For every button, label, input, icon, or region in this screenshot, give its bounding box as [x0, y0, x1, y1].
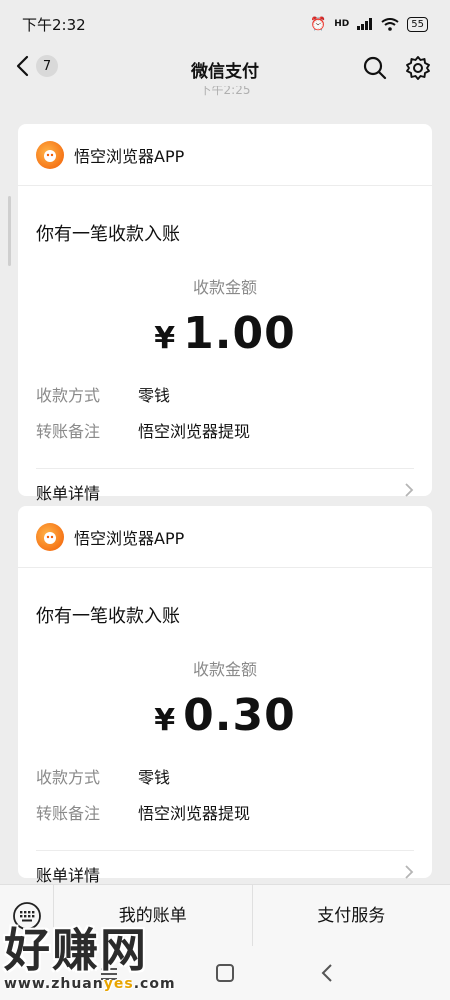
detail-key: 收款方式 [36, 768, 101, 787]
pay-service-menu[interactable]: 支付服务 [251, 884, 450, 947]
search-icon[interactable] [362, 55, 388, 81]
payment-card: 悟空浏览器APP 你有一笔收款入账 收款金额 ¥ 1.00 收款方式 零钱 转账… [18, 124, 432, 503]
back-nav-icon[interactable] [320, 963, 334, 983]
status-bar: 下午2:32 ⏰ HD 55 [0, 0, 450, 48]
card-title: 你有一笔收款入账 [36, 224, 180, 245]
keyboard-icon [12, 901, 41, 930]
detail-key: 转账备注 [36, 422, 101, 441]
card-header[interactable]: 悟空浏览器APP [18, 506, 432, 568]
detail-key: 收款方式 [36, 386, 101, 405]
detail-row: 转账备注 悟空浏览器提现 [18, 794, 432, 830]
alarm-icon: ⏰ [310, 16, 327, 32]
network-label: HD [334, 19, 350, 29]
system-nav-bar [0, 946, 450, 1000]
amount-value: 1.00 [183, 308, 296, 359]
amount: ¥ 0.30 [18, 690, 432, 746]
app-name: 悟空浏览器APP [74, 146, 185, 166]
status-time: 下午2:32 [22, 15, 86, 34]
gear-icon[interactable] [404, 54, 432, 82]
app-name: 悟空浏览器APP [74, 528, 185, 548]
status-icons: ⏰ HD 55 [310, 16, 428, 32]
payment-card: 悟空浏览器APP 你有一笔收款入账 收款金额 ¥ 0.30 收款方式 零钱 转账… [18, 506, 432, 885]
amount-label: 收款金额 [192, 660, 257, 679]
signal-icon [357, 18, 373, 30]
message-timestamp: 下午2:25 [199, 86, 251, 97]
amount: ¥ 1.00 [18, 308, 432, 364]
detail-row: 转账备注 悟空浏览器提现 [18, 412, 432, 448]
detail-row: 收款方式 零钱 [18, 758, 432, 794]
nav-bar: 7 微信支付 [0, 48, 450, 88]
detail-value: 悟空浏览器提现 [138, 422, 251, 441]
wifi-icon [381, 17, 399, 31]
detail-row: 收款方式 零钱 [18, 376, 432, 412]
scroll-indicator [8, 196, 11, 266]
bottom-menu: 我的账单 支付服务 [0, 884, 450, 947]
my-bill-menu[interactable]: 我的账单 [54, 885, 252, 947]
app-logo-icon [36, 522, 64, 551]
app-logo-icon [36, 140, 64, 169]
home-button[interactable] [216, 964, 234, 982]
card-header[interactable]: 悟空浏览器APP [18, 124, 432, 186]
currency-symbol: ¥ [154, 321, 176, 356]
menu-icon[interactable] [100, 968, 118, 980]
amount-label: 收款金额 [192, 278, 257, 297]
bill-details-label: 账单详情 [36, 483, 101, 503]
currency-symbol: ¥ [154, 703, 176, 738]
amount-value: 0.30 [183, 690, 296, 741]
battery-indicator: 55 [407, 16, 428, 32]
detail-value: 零钱 [138, 386, 171, 405]
detail-value: 悟空浏览器提现 [138, 804, 251, 823]
chevron-right-icon [404, 482, 414, 502]
bill-details-label: 账单详情 [36, 865, 101, 885]
chevron-right-icon [404, 864, 414, 884]
keyboard-toggle-button[interactable] [0, 884, 54, 947]
card-title: 你有一笔收款入账 [36, 606, 180, 627]
detail-value: 零钱 [138, 768, 171, 787]
detail-key: 转账备注 [36, 804, 101, 823]
